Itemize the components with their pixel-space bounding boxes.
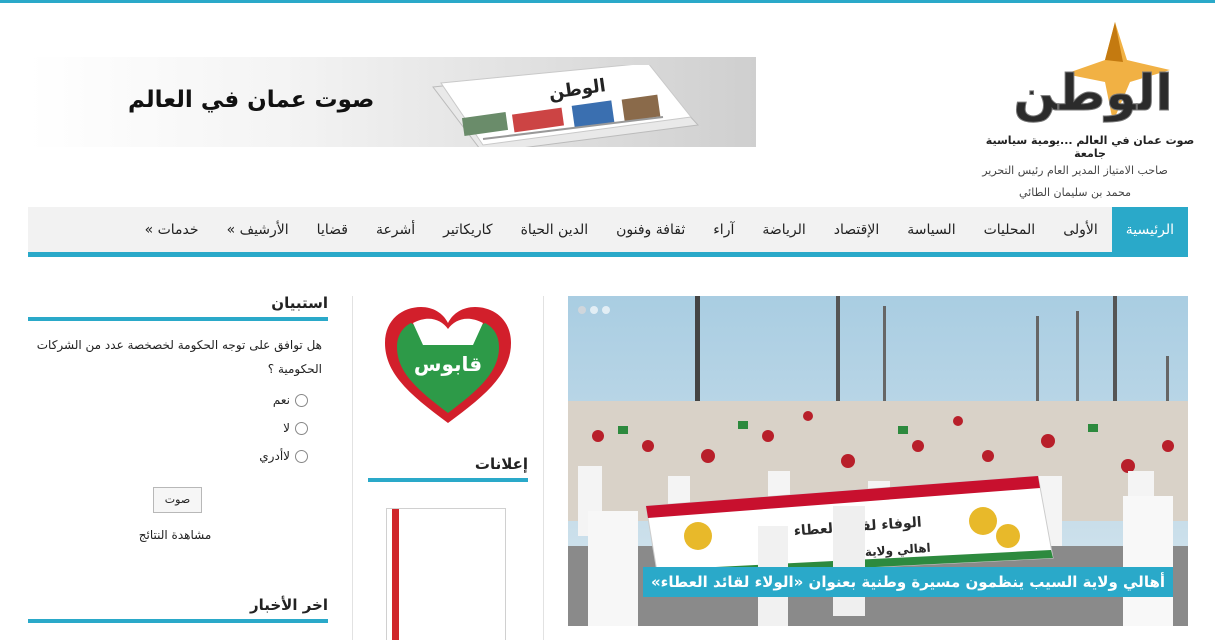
radio-button[interactable] — [295, 449, 308, 463]
owner-title: صاحب الامتياز المدير العام رئيس التحرير — [982, 164, 1168, 177]
ad-strip — [392, 509, 399, 640]
logo-text: الوطن — [1013, 64, 1172, 123]
header-banner[interactable]: صوت عمان في العالم الوطن — [28, 57, 756, 147]
radio-button[interactable] — [295, 393, 308, 407]
column-divider — [543, 296, 544, 640]
nav-item-archive[interactable]: الأرشيف » — [213, 207, 303, 257]
top-accent-line — [0, 0, 1215, 3]
slider-dot[interactable] — [590, 306, 598, 314]
nav-item-services[interactable]: خدمات » — [131, 207, 213, 257]
poll-option-label: نعم — [272, 393, 290, 407]
nav-item-culture[interactable]: ثقافة وفنون — [602, 207, 699, 257]
poll-option-no[interactable]: لا — [200, 421, 308, 435]
featured-slider[interactable]: الوفاء لقائد العطاء اهالي ولاية أهالي ول… — [568, 296, 1188, 626]
ads-title-bar — [368, 478, 528, 482]
column-divider — [352, 296, 353, 640]
poll-title: استبيان — [271, 294, 328, 312]
nav-item-issues[interactable]: قضايا — [303, 207, 362, 257]
logo-mark: الوطن — [1013, 22, 1173, 124]
latest-news-title-bar — [28, 619, 328, 623]
owner-name: محمد بن سليمان الطائي — [1018, 186, 1132, 199]
poll-question: هل توافق على توجه الحكومة لخصخصة عدد من … — [36, 338, 322, 376]
nav-item-religion[interactable]: الدين الحياة — [507, 207, 603, 257]
nav-item-local[interactable]: المحليات — [970, 207, 1050, 257]
nav-item-home[interactable]: الرئيسية — [1111, 207, 1188, 257]
slider-dots — [578, 306, 610, 314]
poll-option-label: لا — [283, 421, 290, 435]
poll-option-dont-know[interactable]: لاأدري — [200, 449, 308, 463]
ad-banner[interactable] — [386, 508, 506, 640]
slider-dot[interactable] — [602, 306, 610, 314]
logo-tagline: صوت عمان في العالم ...يومية سياسية جامعة — [985, 134, 1195, 160]
view-results-link[interactable]: مشاهدة النتائج — [100, 528, 250, 542]
ads-title: إعلانات — [474, 455, 528, 473]
nav-item-caricature[interactable]: كاريكاتير — [429, 207, 506, 257]
slide-caption[interactable]: أهالي ولاية السيب ينظمون مسيرة وطنية بعن… — [642, 567, 1173, 597]
vote-button[interactable]: صوت — [153, 487, 202, 513]
nav-item-sails[interactable]: أشرعة — [362, 207, 429, 257]
site-logo[interactable]: الوطن صوت عمان في العالم ...يومية سياسية… — [985, 22, 1195, 160]
nav-item-economy[interactable]: الإقتصاد — [820, 207, 893, 257]
banner-slogan: صوت عمان في العالم — [128, 87, 375, 113]
latest-news-title: اخر الأخبار — [249, 596, 328, 614]
poll-title-bar — [28, 317, 328, 321]
main-nav: الرئيسية الأولى المحليات السياسة الإقتصا… — [28, 207, 1188, 257]
poll-option-yes[interactable]: نعم — [200, 393, 308, 407]
nav-item-sports[interactable]: الرياضة — [748, 207, 819, 257]
nav-item-first[interactable]: الأولى — [1049, 207, 1112, 257]
heart-text: قابوس — [414, 352, 482, 376]
newspaper-image: الوطن — [432, 65, 700, 147]
nav-item-politics[interactable]: السياسة — [893, 207, 969, 257]
slider-dot[interactable] — [578, 306, 586, 314]
radio-button[interactable] — [295, 421, 308, 435]
poll-option-label: لاأدري — [259, 449, 290, 463]
owner-info: صاحب الامتياز المدير العام رئيس التحرير … — [960, 160, 1190, 204]
heart-emblem-image[interactable]: قابوس — [383, 305, 513, 425]
nav-item-opinions[interactable]: آراء — [699, 207, 748, 257]
